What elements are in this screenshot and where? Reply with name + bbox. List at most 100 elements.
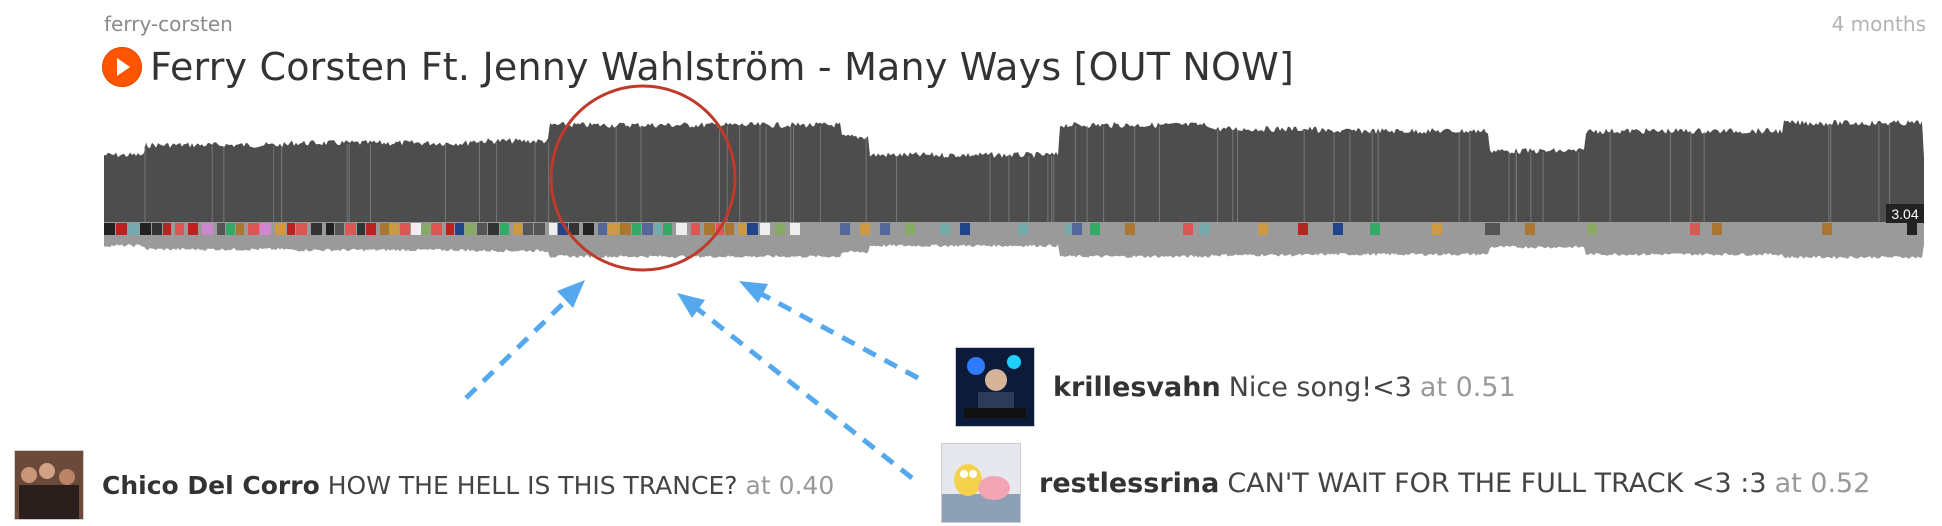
comment-user[interactable]: Chico Del Corro (102, 471, 320, 500)
comment-user[interactable]: restlessrina (1039, 468, 1219, 499)
comment-thumb (523, 223, 533, 235)
comment-thumb (905, 223, 915, 235)
comment-thumb (1822, 223, 1832, 235)
comment-thumb (163, 223, 171, 235)
comment-avatar[interactable] (14, 450, 84, 520)
comment-thumb (747, 223, 758, 235)
comment-thumb (1298, 223, 1308, 235)
comment-thumb (188, 223, 198, 235)
comment-thumb (549, 223, 557, 235)
comment-thumb (202, 223, 213, 235)
playhead-time: 3.04 (1891, 206, 1918, 222)
comment-thumb (1490, 223, 1500, 235)
comment-thumb (1370, 223, 1380, 235)
comment-thumb (1907, 223, 1917, 235)
comment-thumb (455, 223, 464, 235)
comment-thumb (116, 223, 127, 235)
comment-thumb (620, 223, 631, 235)
comment-thumb (860, 223, 870, 235)
comment-thumb (248, 223, 259, 235)
comment-thumb (431, 223, 442, 235)
comment-thumb (477, 223, 487, 235)
comment-thumb (1183, 223, 1193, 235)
comment-thumb (390, 223, 399, 235)
comment-thumb (534, 223, 545, 235)
comment-thumb (104, 223, 115, 235)
waveform-top (104, 120, 1924, 222)
comment-timestamp[interactable]: at 0.52 (1775, 468, 1871, 499)
comment-thumb (1432, 223, 1442, 235)
comment-text: CAN'T WAIT FOR THE FULL TRACK <3 :3 (1227, 467, 1767, 499)
comment-timestamp[interactable]: at 0.40 (746, 471, 835, 500)
comment-thumb (790, 223, 800, 235)
comment-thumb (380, 223, 389, 235)
comment-thumb (760, 223, 770, 235)
comment-timestamp[interactable]: at 0.51 (1420, 372, 1516, 403)
comment-item: krillesvahn Nice song!<3 at 0.51 (955, 347, 1516, 427)
comment-thumb (335, 223, 344, 235)
arrowheads (557, 280, 768, 318)
comment-thumb (725, 223, 734, 235)
comment-thumb (366, 223, 376, 235)
comment-thumb (663, 223, 672, 235)
comment-thumb (357, 223, 365, 235)
comment-thumb (296, 223, 307, 235)
comment-thumb (840, 223, 850, 235)
comment-thumb (260, 223, 271, 235)
comment-thumb (632, 223, 641, 235)
comment-avatar[interactable] (955, 347, 1035, 427)
comment-thumb (128, 223, 139, 235)
comment-thumb (500, 223, 509, 235)
comment-thumb (446, 223, 454, 235)
comment-thumb (400, 223, 410, 235)
comment-thumb (691, 223, 700, 235)
comment-thumb (642, 223, 653, 235)
comment-thumb (1090, 223, 1100, 235)
comment-thumb (1525, 223, 1535, 235)
comment-thumb (608, 223, 619, 235)
comment-thumb (1072, 223, 1082, 235)
spongebob-avatar-icon (942, 444, 1020, 522)
comment-thumb (411, 223, 421, 235)
comment-thumb (140, 223, 151, 235)
group-photo-avatar-icon (15, 451, 83, 519)
arrow-1 (464, 291, 576, 400)
comment-thumb (583, 223, 594, 235)
comment-thumb (960, 223, 970, 235)
comment-thumb (236, 223, 244, 235)
comment-thumb (311, 223, 322, 235)
comment-thumb (1587, 223, 1597, 235)
comment-thumb (465, 223, 476, 235)
comment-thumb (1333, 223, 1343, 235)
comment-thumb (275, 223, 286, 235)
comment-thumb (1018, 223, 1028, 235)
comment-thumb (940, 223, 950, 235)
comment-thumb (1125, 223, 1135, 235)
comment-thumb (1258, 223, 1268, 235)
comment-thumb (226, 223, 235, 235)
comment-thumb (1712, 223, 1722, 235)
dj-stage-avatar-icon (956, 348, 1034, 426)
comment-thumb (775, 223, 785, 235)
comment-thumb (175, 223, 184, 235)
waveform-bottom (104, 222, 1924, 259)
arrow-3 (750, 286, 920, 381)
comment-avatar[interactable] (941, 443, 1021, 523)
arrowhead-3 (739, 281, 768, 303)
comment-thumb (488, 223, 499, 235)
comment-thumb (217, 223, 225, 235)
comment-thumb (513, 223, 522, 235)
comment-item: Chico Del Corro HOW THE HELL IS THIS TRA… (14, 450, 834, 520)
comment-thumb (654, 223, 662, 235)
comment-thumb (345, 223, 356, 235)
comment-thumb (676, 223, 687, 235)
comment-thumb (738, 223, 746, 235)
comment-thumb (1690, 223, 1700, 235)
comment-thumb (422, 223, 430, 235)
comment-thumb (1200, 223, 1210, 235)
comment-thumb (598, 223, 607, 235)
comment-user[interactable]: krillesvahn (1053, 372, 1221, 403)
comment-thumb (287, 223, 295, 235)
comment-thumb (326, 223, 334, 235)
comment-thumb (704, 223, 715, 235)
